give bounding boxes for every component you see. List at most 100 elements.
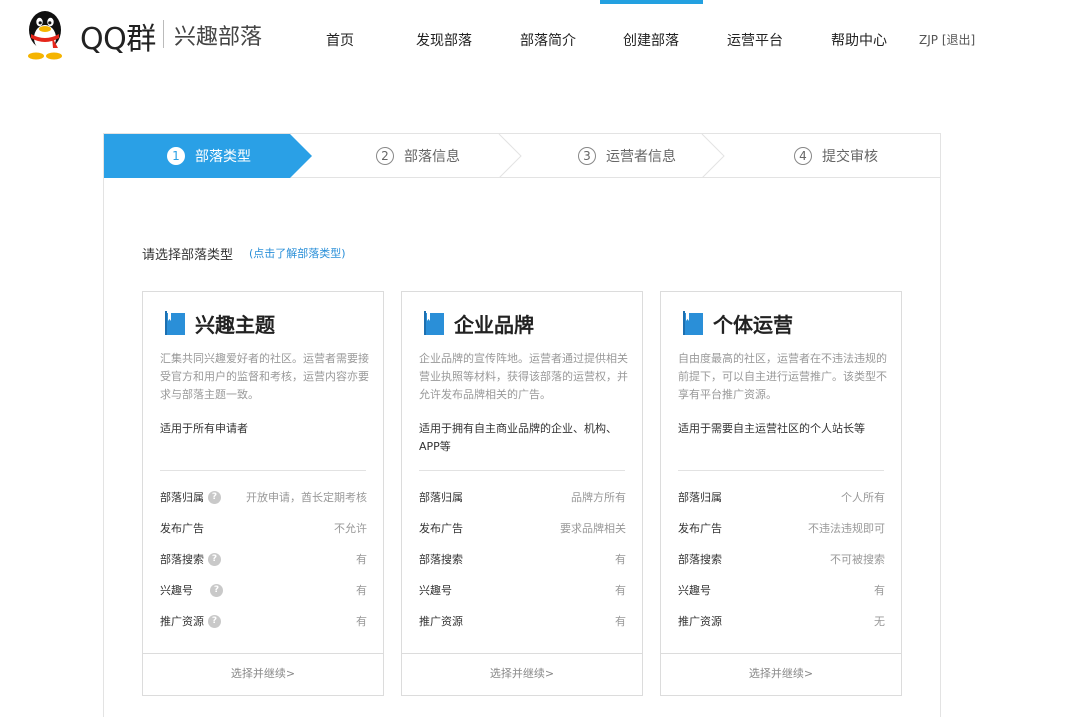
card-title: 兴趣主题 (165, 310, 275, 337)
row-value: 有 (356, 553, 367, 566)
nav-discover[interactable]: 发现部落 (416, 30, 472, 50)
row-interest-number: 兴趣号 有 (419, 582, 626, 598)
row-ads: 发布广告 不违法违规即可 (678, 520, 885, 536)
nav-home[interactable]: 首页 (326, 30, 354, 50)
row-label: 部落搜索 (160, 553, 204, 566)
nav-help-center[interactable]: 帮助中心 (831, 30, 887, 50)
row-ownership: 部落归属 品牌方所有 (419, 489, 626, 505)
row-value: 有 (874, 584, 885, 597)
user-area: ZJP [退出] (919, 31, 975, 48)
step-3-number: 3 (578, 147, 596, 165)
row-value: 有 (356, 584, 367, 597)
select-continue-button[interactable]: 选择并继续> (143, 653, 383, 695)
card-title: 企业品牌 (424, 310, 534, 337)
row-promotion: 推广资源 有 (419, 613, 626, 629)
card-interest-theme[interactable]: 兴趣主题 汇集共同兴趣爱好者的社区。运营者需要接受官方和用户的监督和考核，运营内… (142, 291, 384, 696)
card-individual-operation[interactable]: 个体运营 自由度最高的社区，运营者在不违法违规的前提下，可以自主进行运营推广。该… (660, 291, 902, 696)
top-header: QQ群 兴趣部落 首页 发现部落 部落简介 创建部落 运营平台 帮助中心 ZJP… (0, 0, 1080, 78)
row-value: 要求品牌相关 (560, 522, 626, 535)
step-2-label: 部落信息 (404, 149, 460, 165)
row-value: 有 (615, 615, 626, 628)
card-title: 个体运营 (683, 310, 793, 337)
qq-penguin-logo-icon[interactable] (22, 8, 68, 60)
card-title-text: 兴趣主题 (195, 312, 275, 337)
row-value: 有 (615, 584, 626, 597)
row-value: 不违法违规即可 (808, 522, 885, 535)
help-question-icon[interactable]: ? (208, 552, 221, 566)
card-target-audience: 适用于需要自主运营社区的个人站长等 (678, 422, 865, 435)
choose-type-prompt: 请选择部落类型 (142, 248, 234, 263)
row-ownership: 部落归属 个人所有 (678, 489, 885, 505)
row-search: 部落搜索 有 (419, 551, 626, 567)
step-4-number: 4 (794, 147, 812, 165)
nav-create[interactable]: 创建部落 (623, 30, 679, 50)
row-value: 不可被搜索 (830, 553, 885, 566)
step-1[interactable]: 1 部落类型 (167, 146, 251, 166)
row-ownership: 部落归属? 开放申请，酋长定期考核 (160, 489, 367, 505)
step-2: 2 部落信息 (376, 146, 460, 166)
row-label: 发布广告 (678, 522, 722, 535)
card-target-audience: 适用于拥有自主商业品牌的企业、机构、APP等 (419, 422, 617, 453)
row-value: 开放申请，酋长定期考核 (246, 491, 367, 504)
step-3-label: 运营者信息 (606, 149, 676, 165)
row-label: 兴趣号 (160, 584, 193, 597)
card-title-text: 个体运营 (713, 312, 793, 337)
card-description: 汇集共同兴趣爱好者的社区。运营者需要接受官方和用户的监督和考核，运营内容亦要求与… (160, 352, 369, 401)
book-icon (424, 311, 444, 335)
row-label: 部落归属 (419, 491, 463, 504)
row-label: 兴趣号 (678, 584, 711, 597)
help-question-icon[interactable]: ? (210, 583, 223, 597)
row-label: 推广资源 (160, 615, 204, 628)
row-promotion: 推广资源 无 (678, 613, 885, 629)
brand-divider (163, 20, 164, 48)
row-label: 推广资源 (678, 615, 722, 628)
help-question-icon[interactable]: ? (208, 490, 221, 504)
row-label: 推广资源 (419, 615, 463, 628)
nav-operation-platform[interactable]: 运营平台 (727, 30, 783, 50)
row-label: 发布广告 (419, 522, 463, 535)
card-divider (419, 470, 625, 471)
row-label: 部落搜索 (678, 553, 722, 566)
user-name[interactable]: ZJP (919, 33, 938, 47)
learn-tribe-types-link[interactable]: (点击了解部落类型) (249, 245, 346, 261)
row-value: 不允许 (334, 522, 367, 535)
select-continue-button[interactable]: 选择并继续> (661, 653, 901, 695)
row-promotion: 推广资源? 有 (160, 613, 367, 629)
step-progress: 1 部落类型 2 部落信息 3 运营者信息 4 提交审核 (104, 134, 940, 178)
nav-active-indicator (600, 0, 703, 4)
row-value: 有 (615, 553, 626, 566)
row-interest-number: 兴趣号 有 (678, 582, 885, 598)
card-divider (160, 470, 366, 471)
card-description: 自由度最高的社区，运营者在不违法违规的前提下，可以自主进行运营推广。该类型不享有… (678, 352, 887, 401)
help-question-icon[interactable]: ? (208, 614, 221, 628)
card-enterprise-brand[interactable]: 企业品牌 企业品牌的宣传阵地。运营者通过提供相关营业执照等材料，获得该部落的运营… (401, 291, 643, 696)
row-label: 部落归属 (678, 491, 722, 504)
step-2-number: 2 (376, 147, 394, 165)
row-interest-number: 兴趣号? 有 (160, 582, 367, 598)
row-label: 发布广告 (160, 522, 204, 535)
row-search: 部落搜索? 有 (160, 551, 367, 567)
row-ads: 发布广告 不允许 (160, 520, 367, 536)
row-value: 个人所有 (841, 491, 885, 504)
card-divider (678, 470, 884, 471)
step-4-label: 提交审核 (822, 149, 878, 165)
book-icon (165, 311, 185, 335)
brand-name: QQ群 (80, 22, 156, 57)
row-search: 部落搜索 不可被搜索 (678, 551, 885, 567)
row-value: 有 (356, 615, 367, 628)
step-3: 3 运营者信息 (578, 146, 676, 166)
nav-intro[interactable]: 部落简介 (520, 30, 576, 50)
card-target-audience: 适用于所有申请者 (160, 422, 248, 435)
step-1-number: 1 (167, 147, 185, 165)
row-value: 品牌方所有 (571, 491, 626, 504)
select-continue-button[interactable]: 选择并继续> (402, 653, 642, 695)
row-label: 部落搜索 (419, 553, 463, 566)
create-tribe-panel: 1 部落类型 2 部落信息 3 运营者信息 4 提交审核 请选择部落类型 (点击… (103, 133, 941, 717)
logout-link[interactable]: [退出] (942, 33, 975, 47)
row-value: 无 (874, 615, 885, 628)
step-1-label: 部落类型 (195, 149, 251, 165)
book-icon (683, 311, 703, 335)
card-description: 企业品牌的宣传阵地。运营者通过提供相关营业执照等材料，获得该部落的运营权，并允许… (419, 352, 628, 401)
card-title-text: 企业品牌 (454, 312, 534, 337)
row-label: 兴趣号 (419, 584, 452, 597)
